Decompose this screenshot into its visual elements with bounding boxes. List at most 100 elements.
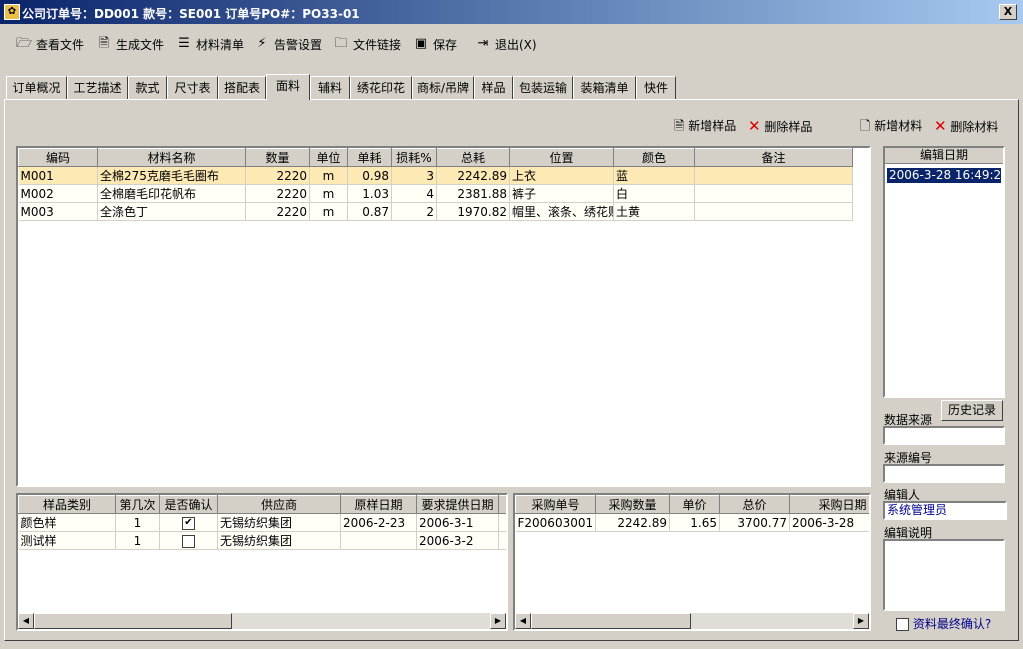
delete-material-button[interactable]: ✕ 删除材料	[934, 117, 998, 135]
tab-5[interactable]: 面料	[266, 74, 310, 100]
toolbar-button-6[interactable]: ⇥ 退出(X)	[475, 35, 537, 53]
table-cell[interactable]: 4	[391, 184, 437, 203]
table-cell[interactable]: M003	[18, 202, 98, 221]
table-cell[interactable]: 3700.77	[719, 513, 790, 532]
table-cell[interactable]: 2	[391, 202, 437, 221]
table-cell[interactable]	[340, 531, 417, 550]
table-cell[interactable]: 0.87	[347, 202, 392, 221]
table-cell[interactable]: 裤子	[509, 184, 614, 203]
table-cell[interactable]: 测试样	[18, 531, 116, 550]
table-cell[interactable]: 2006-3-2	[416, 531, 499, 550]
table-cell[interactable]: 1.03	[347, 184, 392, 203]
tab-0[interactable]: 订单概况	[6, 76, 67, 99]
column-header[interactable]: 位置	[509, 148, 614, 167]
tab-12[interactable]: 快件	[636, 76, 676, 99]
table-cell[interactable]	[694, 184, 853, 203]
table-cell[interactable]: 2381.88	[436, 184, 510, 203]
table-row[interactable]: 测试样 1 无锡纺织集团 2006-3-2	[18, 531, 506, 550]
table-cell[interactable]: 2242.89	[436, 166, 510, 185]
purchases-grid[interactable]: 采购单号 采购数量 单价 总价 采购日期 F200603001 2242.89 1.65 37…	[513, 493, 871, 631]
samples-grid[interactable]: 样品类别第几次是否确认供应商原样日期要求提供日期实 颜色样1✔无锡纺织集团200…	[16, 493, 508, 631]
table-cell[interactable]: 2242.89	[595, 513, 670, 532]
table-cell[interactable]: 全棉磨毛印花帆布	[97, 184, 246, 203]
table-cell[interactable]: 1	[115, 531, 160, 550]
table-cell[interactable]: 蓝	[613, 166, 695, 185]
tab-6[interactable]: 辅料	[310, 76, 350, 99]
data-source-field[interactable]	[883, 426, 1005, 445]
tab-11[interactable]: 装箱清单	[573, 76, 636, 99]
table-cell[interactable]	[694, 202, 853, 221]
add-sample-button[interactable]: 🗎 新增样品	[674, 117, 736, 139]
close-button[interactable]: X	[999, 4, 1017, 20]
column-header[interactable]: 采购数量	[595, 495, 670, 514]
column-header[interactable]: 单位	[309, 148, 348, 167]
table-cell[interactable]: 2220	[245, 184, 310, 203]
table-cell[interactable]: F200603001	[515, 513, 596, 532]
scroll-right-arrow-icon[interactable]: ▶	[853, 613, 869, 629]
toolbar-button-2[interactable]: ☰ 材料清单	[176, 35, 244, 53]
table-cell[interactable]: m	[309, 202, 348, 221]
table-cell[interactable]: 2220	[245, 202, 310, 221]
tab-10[interactable]: 包装运输	[513, 76, 573, 99]
materials-grid[interactable]: 编码 材料名称 数量 单位 单耗 损耗% 总耗 位置 颜色 备注 M001 全棉275克磨毛毛圈布 2…	[16, 146, 871, 487]
tab-1[interactable]: 工艺描述	[67, 76, 128, 99]
table-row[interactable]: M003 全涤色丁 2220 m 0.87 2 1970.82 帽里、滚条、绣花贴 土黄	[18, 202, 853, 221]
column-header[interactable]: 样品类别	[18, 495, 116, 514]
scroll-left-arrow-icon[interactable]: ◀	[18, 613, 34, 629]
column-header[interactable]: 颜色	[613, 148, 695, 167]
table-row[interactable]: F200603001 2242.89 1.65 3700.77 2006-3-28	[515, 513, 869, 532]
history-button[interactable]: 历史记录	[941, 400, 1003, 421]
table-cell[interactable]: 帽里、滚条、绣花贴	[509, 202, 614, 221]
toolbar-button-0[interactable]: 🗁 查看文件	[16, 35, 84, 53]
column-header[interactable]: 第几次	[115, 495, 160, 514]
table-cell[interactable]: 2006-3-28	[789, 513, 869, 532]
edit-date-list[interactable]: 编辑日期 2006-3-28 16:49:26	[883, 146, 1005, 398]
table-row[interactable]: M001 全棉275克磨毛毛圈布 2220 m 0.98 3 2242.89 上衣蓝	[18, 166, 853, 185]
table-cell[interactable]: M002	[18, 184, 98, 203]
toolbar-button-3[interactable]: ⚡ 告警设置	[254, 35, 322, 53]
table-cell[interactable]: 无锡纺织集团	[217, 513, 341, 532]
tab-3[interactable]: 尺寸表	[167, 76, 218, 99]
table-cell[interactable]: 3	[391, 166, 437, 185]
source-no-field[interactable]	[883, 464, 1005, 483]
column-header[interactable]: 备注	[694, 148, 853, 167]
table-cell[interactable]: 土黄	[613, 202, 695, 221]
tab-7[interactable]: 绣花印花	[350, 76, 412, 99]
edit-date-item[interactable]: 2006-3-28 16:49:26	[887, 168, 1003, 183]
scroll-right-arrow-icon[interactable]: ▶	[490, 613, 506, 629]
column-header[interactable]: 实	[498, 495, 506, 514]
toolbar-button-1[interactable]: 🗎 生成文件	[96, 35, 164, 53]
delete-sample-button[interactable]: ✕ 删除样品	[748, 117, 812, 135]
table-cell[interactable]: 全棉275克磨毛毛圈布	[97, 166, 246, 185]
column-header[interactable]: 原样日期	[340, 495, 417, 514]
add-material-button[interactable]: 🗋 新增材料	[860, 117, 922, 139]
table-cell[interactable]: 颜色样	[18, 513, 116, 532]
table-cell[interactable]: 2220	[245, 166, 310, 185]
tab-4[interactable]: 搭配表	[218, 76, 266, 99]
table-row[interactable]: M002 全棉磨毛印花帆布 2220 m 1.03 4 2381.88 裤子白	[18, 184, 853, 203]
column-header[interactable]: 单耗	[347, 148, 392, 167]
scroll-thumb[interactable]	[531, 613, 691, 629]
column-header[interactable]: 供应商	[217, 495, 341, 514]
column-header[interactable]: 是否确认	[159, 495, 218, 514]
column-header[interactable]: 采购日期	[789, 495, 869, 514]
table-cell[interactable]: 2006-3-1	[416, 513, 499, 532]
checkbox-checked-icon[interactable]: ✔	[182, 516, 195, 530]
table-cell[interactable]	[498, 531, 506, 550]
table-cell[interactable]: m	[309, 166, 348, 185]
tab-9[interactable]: 样品	[474, 76, 513, 99]
toolbar-button-5[interactable]: ▣ 保存	[413, 35, 457, 53]
column-header[interactable]: 编码	[18, 148, 98, 167]
editor-field[interactable]: 系统管理员	[883, 501, 1007, 520]
final-confirm-checkbox[interactable]: 资料最终确认?	[896, 615, 991, 632]
tab-8[interactable]: 商标/吊牌	[412, 76, 474, 99]
table-cell[interactable]: 1	[115, 513, 160, 532]
tab-2[interactable]: 款式	[128, 76, 167, 99]
purchases-hscrollbar[interactable]: ◀ ▶	[515, 613, 869, 629]
column-header[interactable]: 总价	[719, 495, 790, 514]
toolbar-button-4[interactable]: 🗀 文件链接	[333, 35, 401, 53]
table-cell[interactable]: 白	[613, 184, 695, 203]
table-cell[interactable]: m	[309, 184, 348, 203]
column-header[interactable]: 材料名称	[97, 148, 246, 167]
column-header[interactable]: 单价	[669, 495, 720, 514]
